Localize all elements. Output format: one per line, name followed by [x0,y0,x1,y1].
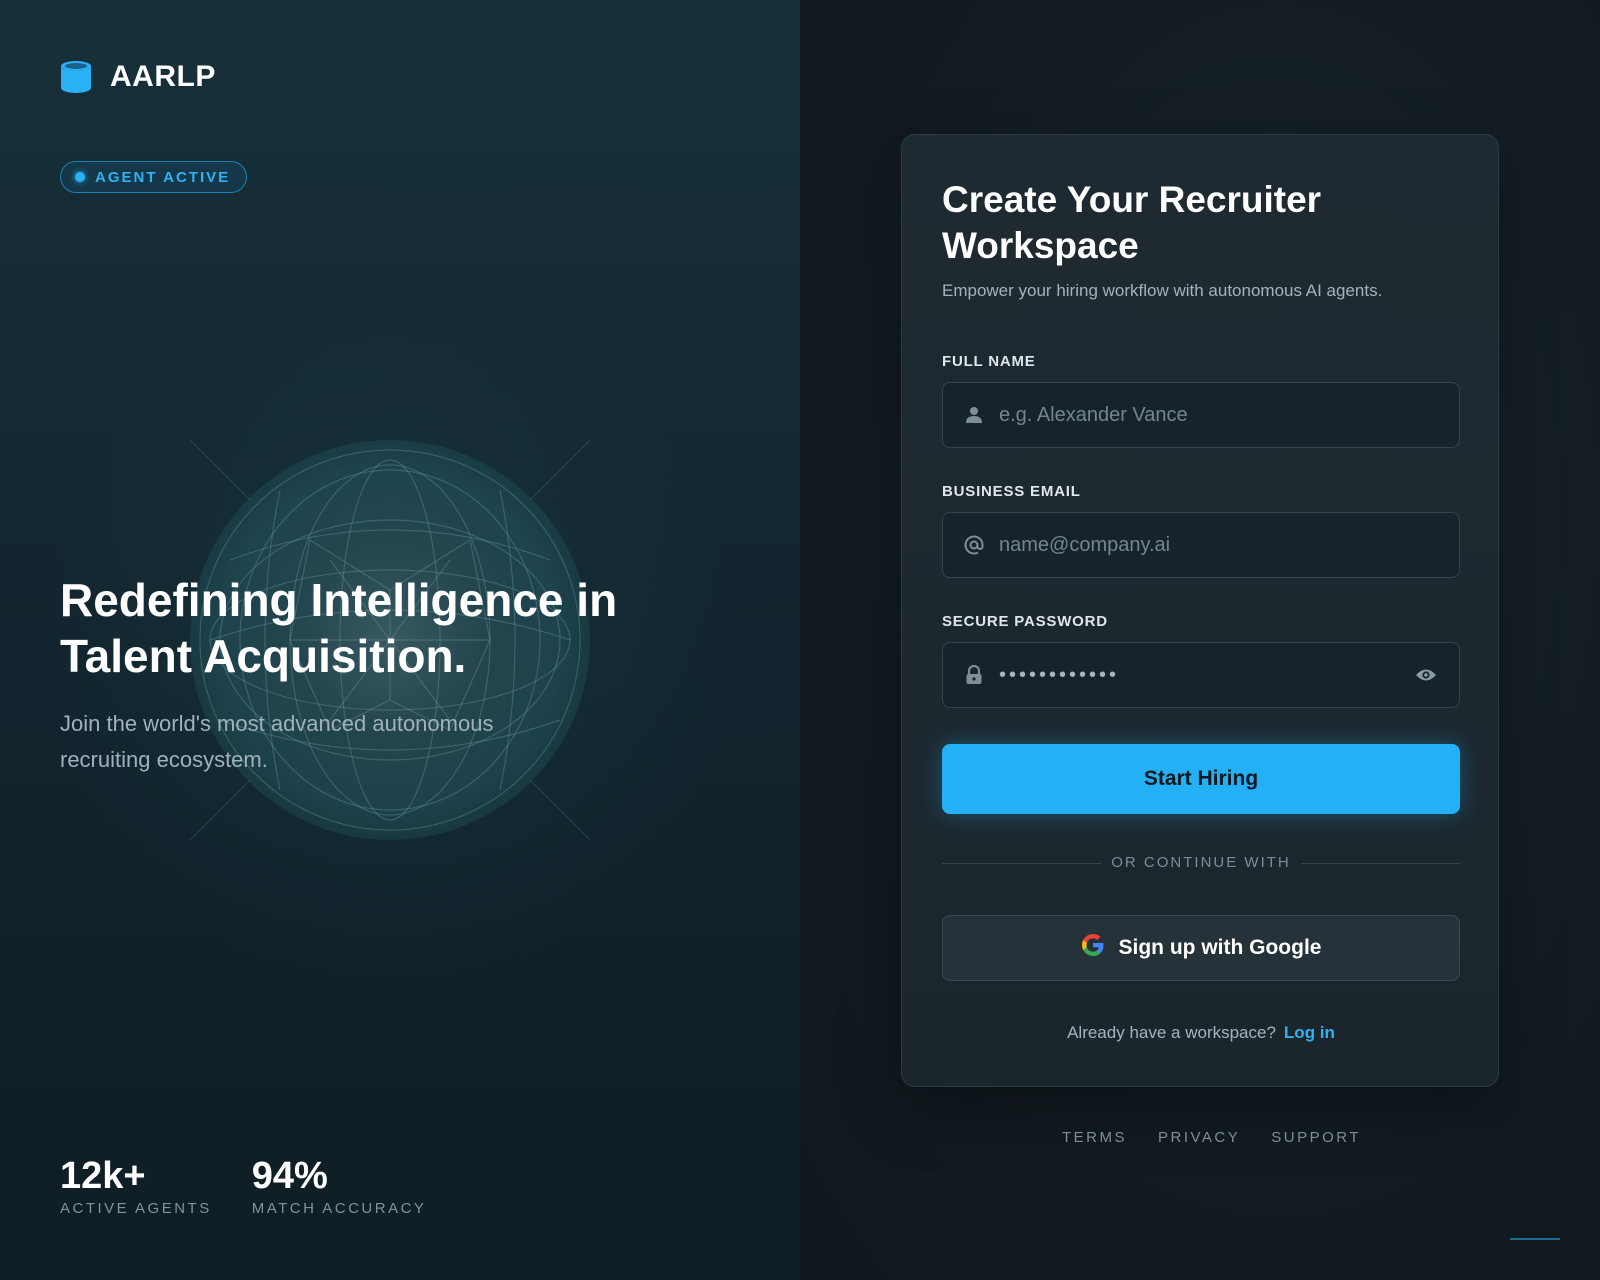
stat-value: 94% [251,1155,328,1197]
eye-icon[interactable] [1413,662,1439,688]
form-subtitle: Empower your hiring workflow with autono… [942,281,1383,300]
login-link[interactable]: Log in [1284,1023,1335,1042]
brand[interactable]: AARLP [60,60,216,94]
login-prompt: Already have a workspace? Log in [902,1023,1500,1043]
status-badge-label: AGENT ACTIVE [95,168,231,186]
hero-title: Redefining Intelligence in Talent Acquis… [60,574,618,682]
terms-link[interactable]: TERMS [1062,1129,1127,1146]
business-email-field[interactable] [942,512,1460,578]
privacy-link[interactable]: PRIVACY [1158,1129,1240,1146]
stat-label: MATCH ACCURACY [251,1200,427,1217]
status-dot-icon [75,172,85,182]
stat-value: 12k+ [60,1155,146,1197]
password-field[interactable]: •••••••••••• [942,642,1460,708]
support-link[interactable]: SUPPORT [1271,1129,1361,1146]
lock-icon [963,664,985,686]
password-label: SECURE PASSWORD [942,613,1108,630]
database-icon [60,60,92,94]
google-icon [1081,933,1105,963]
google-button-label: Sign up with Google [1118,936,1322,959]
divider-label: OR CONTINUE WITH [1101,854,1301,871]
stats: 12k+ ACTIVE AGENTS 94% MATCH ACCURACY [60,1156,426,1217]
business-email-label: BUSINESS EMAIL [942,483,1081,500]
full-name-label: FULL NAME [942,353,1036,370]
google-signup-button[interactable]: Sign up with Google [942,915,1460,981]
full-name-input[interactable] [999,403,1459,427]
password-input[interactable]: •••••••••••• [999,664,1413,687]
corner-accent-line [1510,1238,1560,1240]
user-icon [963,404,985,426]
signup-card: Create Your Recruiter Workspace Empower … [901,134,1499,1087]
brand-name: AARLP [110,60,216,93]
full-name-field[interactable] [942,382,1460,448]
divider: OR CONTINUE WITH [942,854,1460,871]
stat-active-agents: 12k+ ACTIVE AGENTS [60,1156,212,1217]
stat-match-accuracy: 94% MATCH ACCURACY [252,1156,427,1217]
at-icon [963,534,985,556]
business-email-input[interactable] [999,533,1459,557]
start-hiring-button[interactable]: Start Hiring [942,744,1460,814]
footer-links: TERMS PRIVACY SUPPORT [1062,1129,1361,1146]
hero-panel: AARLP AGENT ACTIVE Redefining Intelligen… [0,0,800,1280]
form-title: Create Your Recruiter Workspace [942,179,1322,266]
stat-label: ACTIVE AGENTS [60,1200,212,1217]
agent-status-badge: AGENT ACTIVE [60,161,248,193]
login-prompt-text: Already have a workspace? [1067,1023,1276,1042]
hero-subtitle: Join the world's most advanced autonomou… [60,711,494,772]
